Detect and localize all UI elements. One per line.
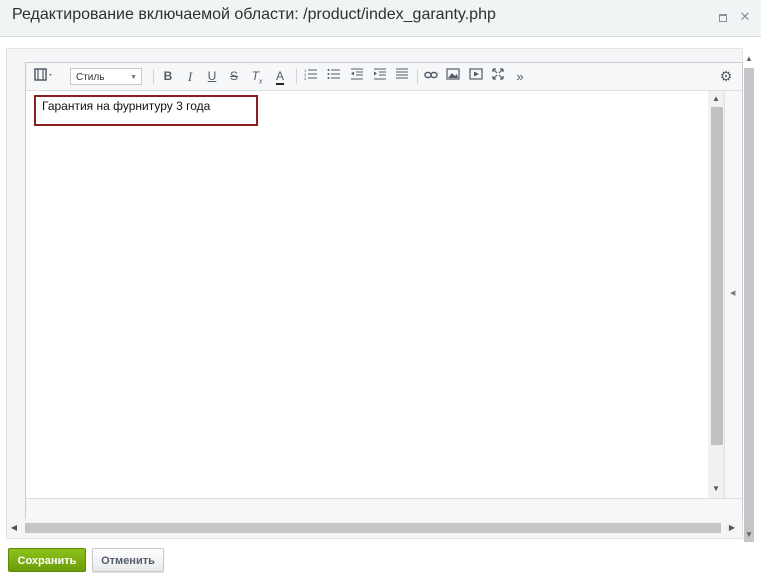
scroll-left-icon[interactable]: ◀: [9, 523, 19, 533]
save-button[interactable]: Сохранить: [8, 548, 86, 572]
chevron-down-icon: ▼: [130, 74, 137, 81]
toolbar-divider: [296, 69, 297, 84]
dialog-vertical-scrollbar[interactable]: ▲ ▼: [741, 54, 757, 542]
scroll-down-icon[interactable]: ▼: [711, 484, 721, 494]
video-icon[interactable]: [467, 68, 485, 85]
editor-vertical-scrollbar[interactable]: ▲ ▼: [708, 91, 724, 498]
scrollbar-thumb[interactable]: [25, 523, 721, 533]
scroll-right-icon[interactable]: ▶: [727, 523, 737, 533]
align-icon[interactable]: [393, 68, 411, 85]
style-select-value: Стиль: [76, 72, 105, 83]
side-panel-toggle[interactable]: ◀: [724, 91, 742, 498]
dialog-title-bar: Редактирование включаемой области: /prod…: [0, 0, 761, 37]
image-icon[interactable]: [444, 68, 462, 85]
svg-text:3: 3: [304, 76, 307, 80]
included-area-text[interactable]: Гарантия на фурнитуру 3 года: [34, 95, 258, 126]
remove-format-icon[interactable]: Tx: [248, 68, 266, 85]
dialog-horizontal-scrollbar[interactable]: ◀ ▶: [6, 520, 741, 536]
editor-toolbar: Стиль ▼ B I U S Tx A 123 » ⚙: [26, 63, 742, 91]
toolbar-divider: [417, 69, 418, 84]
dialog-title: Редактирование включаемой области: /prod…: [12, 6, 496, 23]
indent-icon[interactable]: [371, 68, 389, 85]
strikethrough-icon[interactable]: S: [226, 68, 242, 85]
fullscreen-icon[interactable]: [489, 68, 507, 85]
font-color-icon[interactable]: A: [272, 68, 288, 85]
outdent-icon[interactable]: [348, 68, 366, 85]
editor-content[interactable]: Гарантия на фурнитуру 3 года: [26, 91, 708, 498]
cancel-button[interactable]: Отменить: [92, 548, 164, 572]
style-select[interactable]: Стиль ▼: [70, 68, 142, 85]
underline-icon[interactable]: U: [204, 68, 220, 85]
html-editor: Стиль ▼ B I U S Tx A 123 » ⚙ Гарантия на…: [25, 62, 743, 519]
more-icon[interactable]: »: [512, 68, 528, 85]
scroll-up-icon[interactable]: ▲: [711, 94, 721, 104]
close-icon[interactable]: ✕: [738, 10, 752, 24]
view-mode-icon[interactable]: [34, 68, 56, 85]
editor-status-bar: [26, 498, 742, 519]
scroll-up-icon[interactable]: ▲: [744, 54, 754, 64]
scrollbar-thumb[interactable]: [744, 68, 754, 542]
italic-icon[interactable]: I: [182, 68, 198, 85]
maximize-icon[interactable]: [716, 10, 730, 24]
settings-icon[interactable]: ⚙: [718, 68, 734, 85]
scroll-down-icon[interactable]: ▼: [744, 530, 754, 540]
chevron-left-icon: ◀: [730, 290, 736, 297]
link-icon[interactable]: [422, 68, 440, 85]
bold-icon[interactable]: B: [160, 68, 176, 85]
toolbar-divider: [153, 69, 154, 84]
scrollbar-thumb[interactable]: [711, 107, 723, 445]
ordered-list-icon[interactable]: 123: [302, 68, 320, 85]
unordered-list-icon[interactable]: [325, 68, 343, 85]
